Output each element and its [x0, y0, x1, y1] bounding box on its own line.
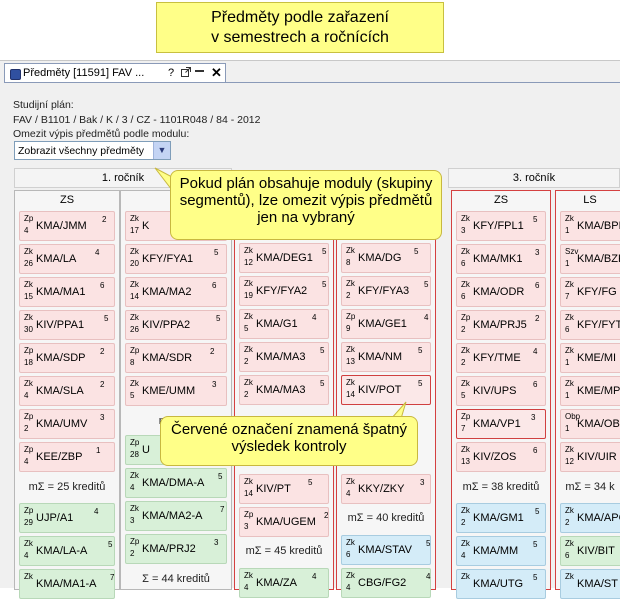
subject-card[interactable]: Zk KMA/MA1-A 7: [19, 569, 115, 599]
subject-card[interactable]: Zk 4 KMA/MM 5: [456, 536, 546, 566]
subject-card[interactable]: Zk 5 KIV/UPS 6: [456, 376, 546, 406]
subject-card[interactable]: Zk 12 KIV/UIR: [560, 442, 620, 472]
subject-card[interactable]: Zk 6 KMA/ODR 6: [456, 277, 546, 307]
callout-red-marking: Červené označení znamená špatný výsledek…: [160, 416, 418, 466]
subject-card[interactable]: Zk2KMA/APG: [560, 503, 620, 533]
header-note-line2: v semestrech a ročnících: [211, 29, 389, 46]
semester-column-ls-2: Zk 8 KMA/DG 5 Zk 2 KFY/FYA3 5 Zp 9 KMA/GE1 4 Zk 13…: [336, 190, 436, 598]
subject-card[interactable]: Obp 1 KMA/OB: [560, 409, 620, 439]
tab-divider: [4, 82, 620, 83]
subject-card[interactable]: Zp 4 KEE/ZBP 1: [19, 442, 115, 472]
subject-card[interactable]: Zp 9 KMA/GE1 4: [341, 309, 431, 339]
module-filter-label: Omezit výpis předmětů podle modulu:: [13, 128, 190, 140]
subject-card[interactable]: Zp 2 KMA/PRJ2 3: [125, 534, 227, 564]
study-plan-label: Studijní plán:: [13, 99, 74, 111]
credit-sum: mΣ = 25 kreditů: [28, 481, 106, 493]
subject-card[interactable]: Zk 14 KIV/PT 5: [239, 474, 329, 504]
subject-card[interactable]: Zp 29 UJP/A1 4: [19, 503, 115, 533]
subject-card[interactable]: Zk 6 KIV/BIT: [560, 536, 620, 566]
subject-card[interactable]: Zk 2 KMA/MA3 5: [239, 342, 329, 372]
subject-card[interactable]: Zp 8 KMA/SDR 2: [125, 343, 227, 373]
window-icon: [10, 69, 21, 80]
semester-header: ZS: [59, 194, 75, 206]
study-plan-value: FAV / B1101 / Bak / K / 3 / CZ - 1101R04…: [13, 114, 261, 126]
module-filter-value: Zobrazit všechny předměty: [18, 145, 145, 157]
semester-column-zs-3: ZS Zk 3 KFY/FPL1 5 Zk 6 KMA/MK1 3 Zk 6 KMA/ODR 6 …: [451, 190, 551, 599]
callout-modules: Pokud plán obsahuje moduly (skupiny segm…: [170, 170, 442, 240]
subject-card-error[interactable]: Zp 7 KMA/VP1 3: [456, 409, 546, 439]
subject-card[interactable]: Zk 26 KIV/PPA2 5: [125, 310, 227, 340]
subject-card[interactable]: Zk 26 KMA/LA 4: [19, 244, 115, 274]
help-icon[interactable]: ?: [168, 67, 174, 79]
subject-card[interactable]: Zk 4 KMA/SLA 2: [19, 376, 115, 406]
subject-card[interactable]: Zk 1 KME/MP: [560, 376, 620, 406]
subject-card[interactable]: Zk 3 KMA/MA2-A 7: [125, 501, 227, 531]
subject-card[interactable]: Zk 4 KKY/ZKY 3: [341, 474, 431, 504]
header-note: Předměty podle zařazení v semestrech a r…: [156, 2, 444, 53]
popout-icon[interactable]: [181, 67, 191, 80]
semester-column-ls-3: LS Zk1KMA/BPM Szv1KMA/BZK Zk7KFY/FG Zk6K…: [555, 190, 620, 599]
credit-sum: mΣ = 45 kreditů: [245, 545, 323, 557]
subject-card[interactable]: Zp 2 KMA/UMV 3: [19, 409, 115, 439]
subject-card[interactable]: Zk 7 KFY/FG: [560, 277, 620, 307]
credit-sum: mΣ = 38 kreditů: [462, 481, 540, 493]
tab-title: Předměty [11591] FAV ...: [23, 67, 145, 79]
subject-card[interactable]: Zk 4 CBG/FG2 4: [341, 568, 431, 598]
subject-card[interactable]: Zk 6 KFY/FYT: [560, 310, 620, 340]
subject-card[interactable]: Zk 3 KFY/FPL1 5: [456, 211, 546, 241]
subject-card[interactable]: Zk 30 KIV/PPA1 5: [19, 310, 115, 340]
subject-card[interactable]: Zp 2 KMA/PRJ5 2: [456, 310, 546, 340]
subject-card[interactable]: Zk 8 KMA/DG 5: [341, 243, 431, 273]
subject-card[interactable]: Zk 2 KFY/TME 4: [456, 343, 546, 373]
subject-card[interactable]: Zk 4 KMA/LA-A 5: [19, 536, 115, 566]
subject-card[interactable]: Zk 5 KMA/G1 4: [239, 309, 329, 339]
module-filter-select[interactable]: Zobrazit všechny předměty ▼: [14, 141, 171, 160]
subject-card[interactable]: Zp 4 KMA/JMM 2: [19, 211, 115, 241]
semester-header: LS: [583, 194, 597, 206]
semester-header: ZS: [493, 194, 509, 206]
subject-card[interactable]: Zp 18 KMA/SDP 2: [19, 343, 115, 373]
semester-column-zs-2: Zk 12 KMA/DEG1 5 Zk 19 KFY/FYA2 5 Zk 5 KMA/G1 4 Z…: [234, 190, 334, 598]
semester-column-ls-1: Zk 17 K Zk 20 KFY/FYA1 5 Zk 14 KMA/MA2 6 Zk 26 KIV…: [120, 190, 232, 590]
subject-card[interactable]: Zk 13 KMA/NM 5: [341, 342, 431, 372]
subject-card[interactable]: Zk 6 KMA/MK1 3: [456, 244, 546, 274]
minimize-icon[interactable]: [195, 70, 204, 72]
header-note-line1: Předměty podle zařazení: [211, 9, 389, 26]
subject-card[interactable]: Zk 2 KMA/GM1 5: [456, 503, 546, 533]
subject-card[interactable]: Zk 13 KIV/ZOS 6: [456, 442, 546, 472]
tab-subjects[interactable]: Předměty [11591] FAV ... ? ✕: [4, 63, 226, 83]
subject-card[interactable]: Zk KMA/ST: [560, 569, 620, 599]
subject-card[interactable]: Zk 1 KME/MI: [560, 343, 620, 373]
subject-card[interactable]: Zk 2 KFY/FYA3 5: [341, 276, 431, 306]
subject-card[interactable]: Zp 3 KMA/UGEM 2: [239, 507, 329, 537]
subject-card[interactable]: Zk 19 KFY/FYA2 5: [239, 276, 329, 306]
year-header-3: 3. ročník: [448, 168, 620, 188]
subject-card[interactable]: Zk 12 KMA/DEG1 5: [239, 243, 329, 273]
subject-card[interactable]: Zk 14 KMA/MA2 6: [125, 277, 227, 307]
subject-card[interactable]: Zk KMA/UTG 5: [456, 569, 546, 599]
credit-sum: mΣ = 34 k: [565, 481, 615, 493]
semester-column-zs-1: ZS Zp 4 KMA/JMM 2 Zk 26 KMA/LA 4 Zk 15 KMA/MA1 6 …: [14, 190, 120, 599]
credit-sum: mΣ = 40 kreditů: [347, 512, 425, 524]
subject-card[interactable]: Zk 5 KME/UMM 3: [125, 376, 227, 406]
subject-card[interactable]: Zk 4 KMA/ZA 4: [239, 568, 329, 598]
subject-card[interactable]: Zk 2 KMA/MA3 5: [239, 375, 329, 405]
subject-card[interactable]: Zk1KMA/BPM: [560, 211, 620, 241]
subject-card[interactable]: Zk 15 KMA/MA1 6: [19, 277, 115, 307]
subject-card[interactable]: Zk 6 KMA/STAV 5: [341, 535, 431, 565]
subject-card[interactable]: Szv1KMA/BZK: [560, 244, 620, 274]
subject-card[interactable]: Zk 4 KMA/DMA-A 5: [125, 468, 227, 498]
close-icon[interactable]: ✕: [211, 65, 222, 81]
subject-card[interactable]: Zk 20 KFY/FYA1 5: [125, 244, 227, 274]
